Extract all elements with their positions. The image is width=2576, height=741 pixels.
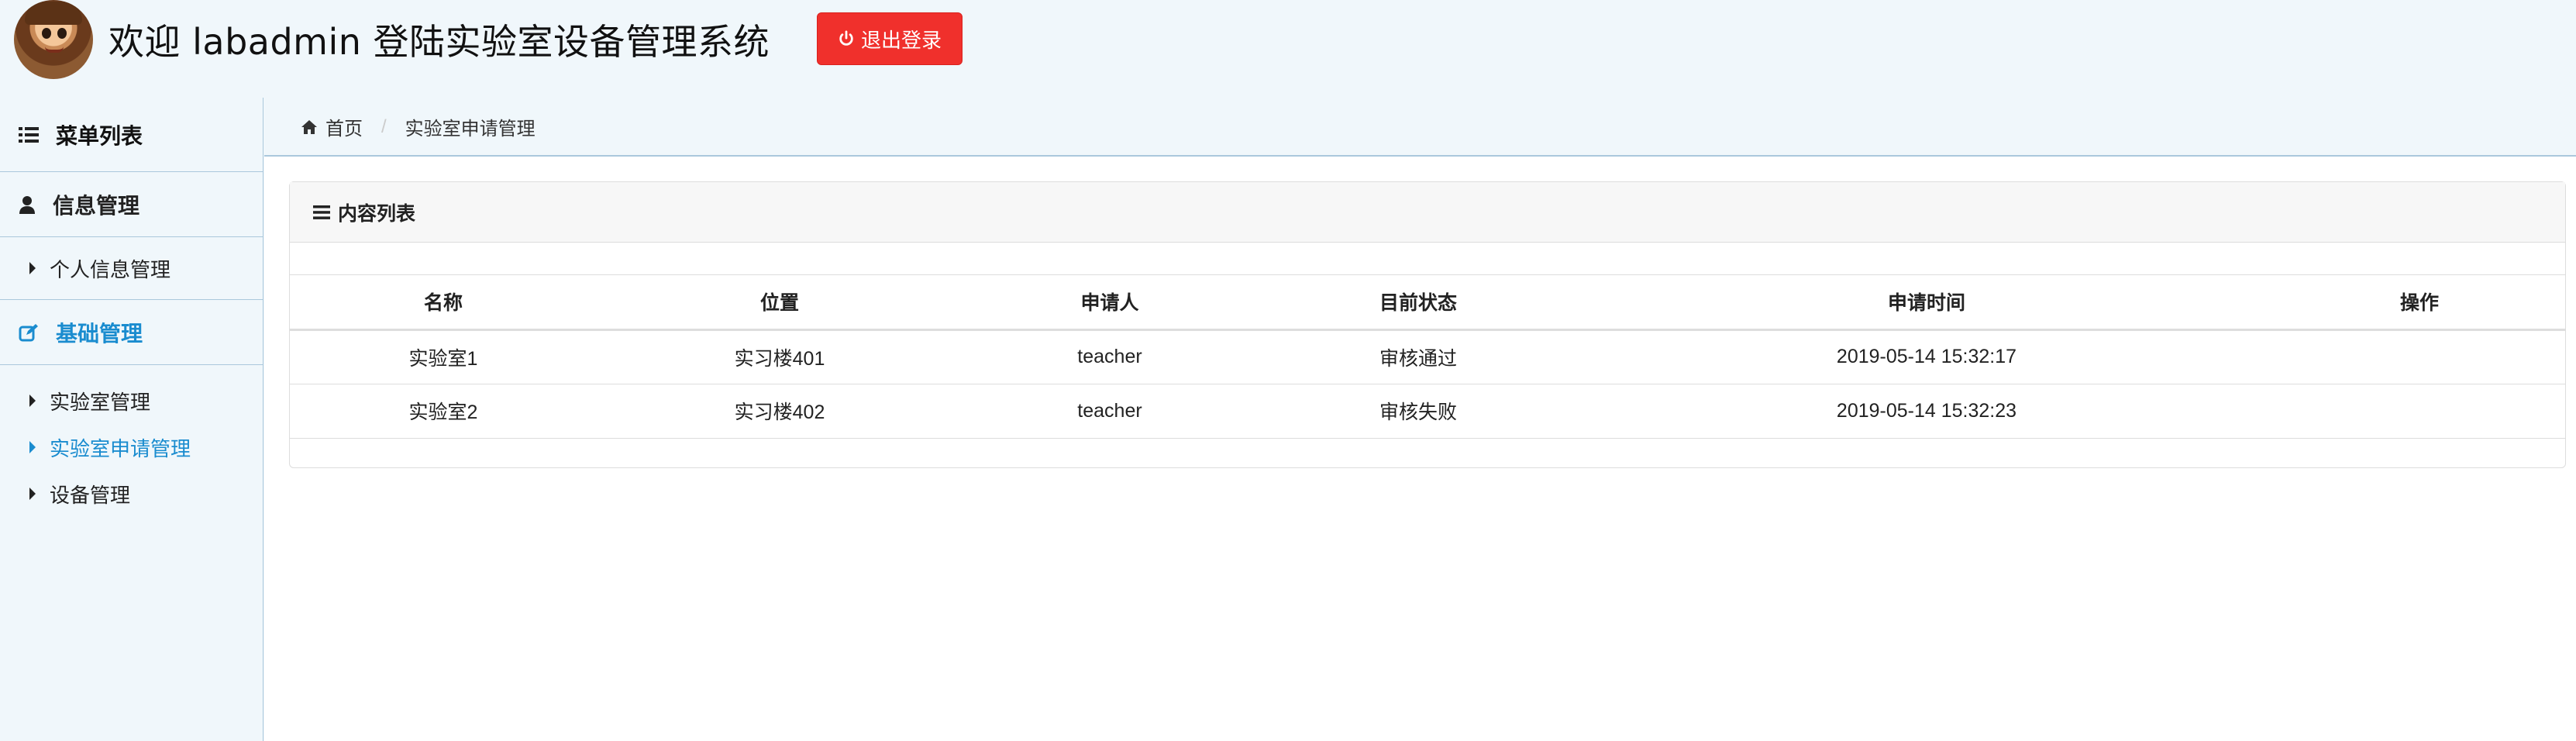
cell-status: 审核通过: [1257, 329, 1579, 384]
sidebar-header: 菜单列表: [0, 98, 263, 172]
cell-time: 2019-05-14 15:32:23: [1579, 384, 2274, 439]
sidebar-group-label: 基础管理: [56, 321, 143, 346]
top-header: 欢迎 labadmin 登陆实验室设备管理系统 退出登录: [0, 0, 2576, 79]
sidebar-group-info[interactable]: 信息管理: [0, 172, 263, 237]
logout-label: 退出登录: [860, 28, 942, 52]
table-row: 实验室1 实习楼401 teacher 审核通过 2019-05-14 15:3…: [290, 329, 2565, 384]
column-header: 位置: [597, 275, 963, 331]
bars-icon: [313, 205, 330, 219]
cell-name: 实验室1: [290, 329, 597, 384]
sidebar-item-label: 实验室申请管理: [50, 436, 191, 460]
cell-applicant: teacher: [963, 329, 1257, 384]
cell-applicant: teacher: [963, 384, 1257, 439]
toolbar-row: [290, 243, 2565, 275]
table-header-row: 名称 位置 申请人 目前状态 申请时间 操作: [290, 275, 2565, 331]
column-header: 名称: [290, 275, 597, 331]
caret-right-icon: [29, 262, 36, 274]
breadcrumb-current: 实验室申请管理: [405, 119, 536, 140]
cell-location: 实习楼401: [597, 329, 963, 384]
cell-actions: [2274, 384, 2565, 439]
cell-location: 实习楼402: [597, 384, 963, 439]
column-header: 申请人: [963, 275, 1257, 331]
edit-icon: [19, 323, 38, 341]
column-header: 目前状态: [1257, 275, 1579, 331]
table-row: 实验室2 实习楼402 teacher 审核失败 2019-05-14 15:3…: [290, 384, 2565, 439]
column-header: 操作: [2274, 275, 2565, 331]
breadcrumb-home[interactable]: 首页: [325, 113, 363, 140]
main-content: 内容列表 名称 位置 申请人 目前状态 申请时间 操作 实验室1 实习楼401 …: [264, 155, 2576, 741]
sidebar-item-label: 个人信息管理: [50, 257, 171, 281]
application-table: 名称 位置 申请人 目前状态 申请时间 操作 实验室1 实习楼401 teach…: [290, 275, 2565, 439]
content-panel: 内容列表 名称 位置 申请人 目前状态 申请时间 操作 实验室1 实习楼401 …: [289, 181, 2566, 468]
home-icon: [301, 119, 317, 134]
column-header: 申请时间: [1579, 275, 2274, 331]
sidebar-item-personal-info[interactable]: 个人信息管理: [0, 245, 263, 291]
power-icon: [839, 30, 853, 46]
caret-right-icon: [29, 441, 36, 453]
sidebar-item-lab-management[interactable]: 实验室管理: [0, 377, 263, 424]
sidebar-item-lab-application[interactable]: 实验室申请管理: [0, 424, 263, 470]
sidebar: 菜单列表 信息管理 个人信息管理 基础管理 实验室管理 实验室申请管理 设备管理: [0, 98, 263, 741]
caret-right-icon: [29, 488, 36, 500]
sidebar-item-equipment[interactable]: 设备管理: [0, 470, 263, 517]
sidebar-title: 菜单列表: [56, 123, 143, 148]
cell-time: 2019-05-14 15:32:17: [1579, 329, 2274, 384]
logout-button[interactable]: 退出登录: [817, 12, 963, 65]
panel-heading: 内容列表: [290, 182, 2565, 243]
panel-title: 内容列表: [338, 202, 416, 225]
breadcrumb: 首页 / 实验室申请管理: [301, 113, 536, 140]
breadcrumb-separator: /: [381, 115, 387, 137]
welcome-title: 欢迎 labadmin 登陆实验室设备管理系统: [108, 21, 770, 63]
sidebar-item-label: 实验室管理: [50, 390, 151, 414]
caret-right-icon: [29, 395, 36, 407]
cell-status: 审核失败: [1257, 384, 1579, 439]
cell-actions: [2274, 329, 2565, 384]
user-icon: [19, 195, 35, 214]
sidebar-submenu-info: 个人信息管理: [0, 237, 263, 300]
sidebar-group-label: 信息管理: [53, 193, 140, 218]
sidebar-item-label: 设备管理: [50, 483, 131, 507]
cell-name: 实验室2: [290, 384, 597, 439]
user-avatar: [14, 0, 93, 79]
sidebar-group-basic[interactable]: 基础管理: [0, 300, 263, 365]
sidebar-submenu-basic: 实验室管理 实验室申请管理 设备管理: [0, 365, 263, 525]
list-icon: [19, 126, 39, 143]
